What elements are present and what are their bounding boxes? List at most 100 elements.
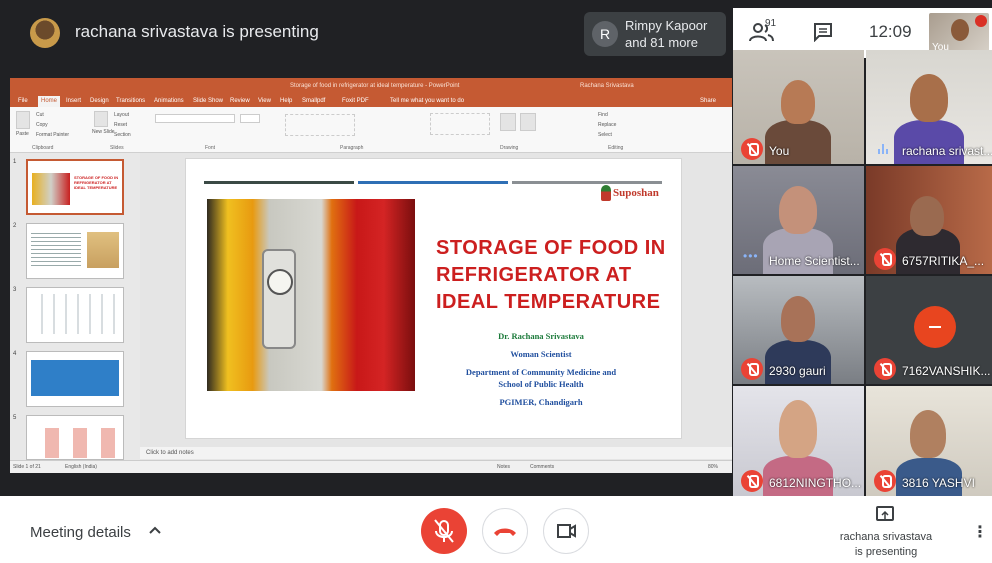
replace-button[interactable]: Replace bbox=[598, 122, 616, 128]
menu-view[interactable]: View bbox=[258, 98, 271, 104]
language-indicator: English (India) bbox=[65, 464, 97, 470]
new-slide-icon[interactable] bbox=[94, 111, 108, 127]
select-button[interactable]: Select bbox=[598, 132, 612, 138]
mic-off-icon bbox=[874, 358, 896, 380]
chevron-up-icon[interactable] bbox=[148, 523, 162, 538]
participant-face bbox=[781, 80, 815, 124]
menu-smallpdf[interactable]: Smallpdf bbox=[302, 98, 325, 104]
leave-call-button[interactable] bbox=[482, 508, 528, 554]
layout-button[interactable]: Layout bbox=[114, 112, 129, 118]
menu-home[interactable]: Home bbox=[38, 96, 61, 107]
hang-up-icon bbox=[494, 528, 516, 536]
participant-tile[interactable]: ••• Home Scientist... bbox=[733, 166, 864, 274]
participant-name: Home Scientist... bbox=[769, 254, 860, 268]
meet-window: rachana srivastava is presenting R Rimpy… bbox=[0, 0, 992, 563]
participant-name: 2930 gauri bbox=[769, 364, 826, 378]
mic-off-icon bbox=[741, 470, 763, 492]
ppt-window-title: Storage of food in refrigerator at ideal… bbox=[290, 83, 460, 89]
department-line1: Department of Community Medicine and bbox=[465, 367, 617, 377]
refrigerator-photo bbox=[207, 199, 415, 391]
menu-design[interactable]: Design bbox=[90, 98, 109, 104]
pinned-participant-chip[interactable]: R Rimpy Kapoor and 81 more bbox=[584, 12, 726, 56]
slide-thumbnail-panel: 1 STORAGE OF FOOD IN REFRIGERATOR AT IDE… bbox=[10, 153, 140, 460]
self-view-thumbnail[interactable]: You bbox=[929, 13, 989, 55]
ppt-user-name: Rachana Srivastava bbox=[580, 83, 634, 89]
quick-styles-icon[interactable] bbox=[520, 113, 536, 131]
shared-screen-powerpoint: Storage of food in refrigerator at ideal… bbox=[10, 78, 732, 473]
current-slide[interactable]: Suposhan STORAGE OF FOOD IN REFRIGERATOR… bbox=[185, 158, 682, 439]
menu-help[interactable]: Help bbox=[280, 98, 292, 104]
font-name-box[interactable] bbox=[155, 114, 235, 123]
paragraph-buttons[interactable] bbox=[285, 114, 355, 136]
find-button[interactable]: Find bbox=[598, 112, 608, 118]
slide-thumbnail-1[interactable]: STORAGE OF FOOD IN REFRIGERATOR AT IDEAL… bbox=[26, 159, 124, 215]
thumb-image bbox=[87, 232, 119, 268]
participant-tile[interactable]: 6757RITIKA_... bbox=[866, 166, 992, 274]
menu-transitions[interactable]: Transitions bbox=[116, 98, 145, 104]
format-painter-button[interactable]: Format Painter bbox=[36, 132, 69, 138]
participant-tile[interactable]: 7162VANSHIK... bbox=[866, 276, 992, 384]
slide-title-line3: IDEAL TEMPERATURE bbox=[436, 291, 661, 313]
zoom-level[interactable]: 80% bbox=[708, 464, 718, 470]
notes-toggle[interactable]: Notes bbox=[497, 464, 510, 470]
cut-button[interactable]: Cut bbox=[36, 112, 44, 118]
menu-animations[interactable]: Animations bbox=[154, 98, 184, 104]
thermometer-shape bbox=[262, 249, 296, 349]
more-dots-icon: ••• bbox=[743, 249, 759, 263]
new-slide-label: New Slide bbox=[92, 129, 115, 135]
mic-off-icon bbox=[741, 138, 763, 160]
presenting-label: is presenting bbox=[854, 546, 918, 558]
thermometer-dial bbox=[267, 269, 293, 295]
menu-share[interactable]: Share bbox=[700, 98, 716, 104]
paste-icon[interactable] bbox=[16, 111, 30, 129]
clock: 12:09 bbox=[869, 22, 912, 41]
mic-off-icon bbox=[975, 15, 987, 27]
participant-tile[interactable]: 3816 YASHVI bbox=[866, 386, 992, 496]
author-name: Dr. Rachana Srivastava bbox=[498, 331, 584, 341]
participant-tile[interactable]: rachana srivast... bbox=[866, 50, 992, 164]
institute: PGIMER, Chandigarh bbox=[499, 397, 583, 407]
shapes-gallery[interactable] bbox=[430, 113, 490, 135]
participant-tile[interactable]: 2930 gauri bbox=[733, 276, 864, 384]
tell-me-box[interactable]: Tell me what you want to do bbox=[390, 98, 464, 104]
menu-foxit[interactable]: Foxit PDF bbox=[342, 98, 369, 104]
participant-tile[interactable]: 6812NINGTHO... bbox=[733, 386, 864, 496]
more-options-icon[interactable]: ⋮ bbox=[972, 522, 988, 542]
slide-title: STORAGE OF FOOD IN REFRIGERATOR AT IDEAL… bbox=[436, 235, 666, 316]
slide-editor-area: Suposhan STORAGE OF FOOD IN REFRIGERATOR… bbox=[140, 153, 732, 460]
menu-slideshow[interactable]: Slide Show bbox=[193, 98, 223, 104]
slide-thumbnail-4[interactable] bbox=[26, 351, 124, 407]
meeting-details-button[interactable]: Meeting details bbox=[30, 524, 131, 541]
slide-thumbnail-2[interactable] bbox=[26, 223, 124, 279]
presenter-avatar bbox=[30, 18, 60, 48]
decor-bar-blue bbox=[358, 181, 508, 184]
font-format-buttons[interactable] bbox=[155, 127, 275, 136]
participant-grid: You rachana srivast... ••• Home Scientis… bbox=[733, 50, 992, 496]
font-size-box[interactable] bbox=[240, 114, 260, 123]
reset-button[interactable]: Reset bbox=[114, 122, 127, 128]
present-screen-icon[interactable] bbox=[876, 506, 894, 521]
copy-button[interactable]: Copy bbox=[36, 122, 48, 128]
participant-tile[interactable]: You bbox=[733, 50, 864, 164]
arrange-icon[interactable] bbox=[500, 113, 516, 131]
ribbon-group-clipboard: Clipboard bbox=[32, 145, 54, 151]
thumb-table bbox=[31, 428, 119, 458]
presenting-indicator[interactable]: rachana srivastava is presenting bbox=[826, 530, 946, 560]
menu-review[interactable]: Review bbox=[230, 98, 250, 104]
slide-thumbnail-3[interactable] bbox=[26, 287, 124, 343]
section-button[interactable]: Section bbox=[114, 132, 131, 138]
chat-icon[interactable] bbox=[813, 22, 833, 43]
pinned-participant-names: Rimpy Kapoor and 81 more bbox=[625, 17, 707, 51]
participant-face bbox=[781, 296, 815, 342]
participant-count: 91 bbox=[765, 18, 777, 29]
participant-name: rachana srivast... bbox=[902, 144, 992, 158]
comments-toggle[interactable]: Comments bbox=[530, 464, 554, 470]
notes-pane[interactable]: Click to add notes bbox=[140, 447, 732, 459]
menu-insert[interactable]: Insert bbox=[66, 98, 81, 104]
thumb-diagram bbox=[31, 294, 119, 334]
menu-file[interactable]: File bbox=[18, 98, 28, 104]
participant-face bbox=[779, 186, 817, 234]
slide-thumbnail-5[interactable] bbox=[26, 415, 124, 460]
mic-toggle-button[interactable] bbox=[421, 508, 467, 554]
camera-toggle-button[interactable] bbox=[543, 508, 589, 554]
